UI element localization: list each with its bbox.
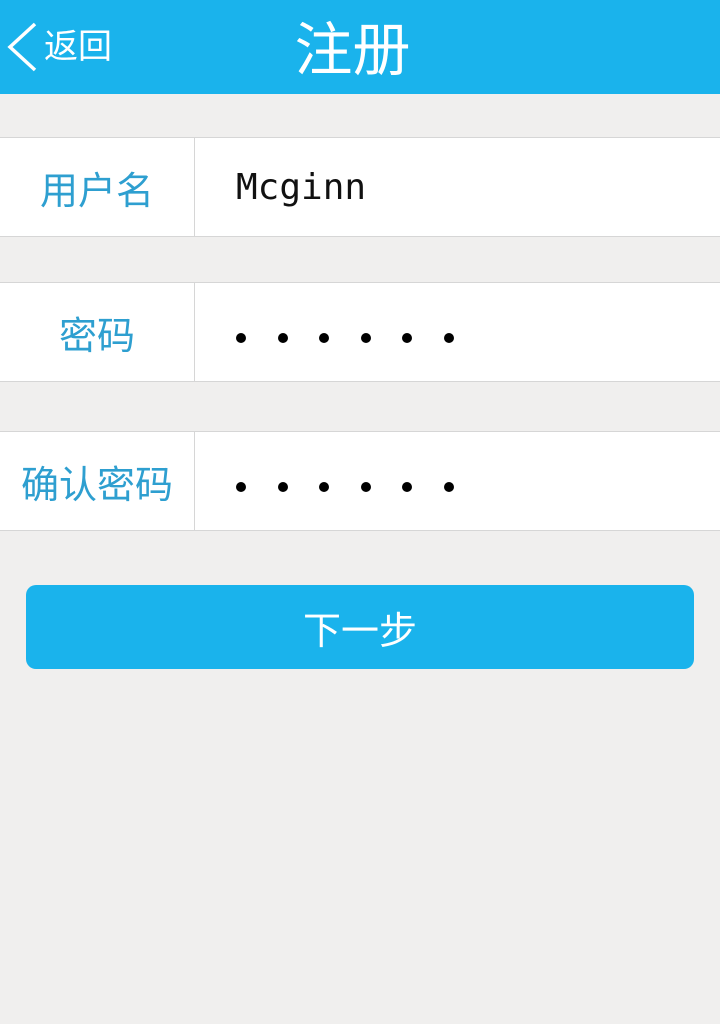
confirm-password-label: 确认密码 [20, 462, 173, 507]
mask-dot [319, 333, 329, 343]
password-input[interactable] [236, 283, 485, 381]
username-label: 用户名 [39, 168, 154, 213]
username-input[interactable]: Mcginn [236, 138, 366, 236]
mask-dot [277, 482, 288, 492]
nav-bar: 返回 注册 [0, 0, 720, 94]
next-step-button[interactable]: 下一步 [26, 585, 694, 669]
username-row: 用户名 Mcginn [0, 137, 720, 237]
confirm-password-input[interactable] [236, 432, 485, 530]
mask-dot [236, 482, 246, 492]
mask-dot [319, 482, 329, 492]
mask-dot [443, 482, 454, 492]
mask-dot [402, 482, 412, 492]
password-row: 密码 [0, 282, 720, 382]
confirm-password-row: 确认密码 [0, 431, 720, 531]
row-divider [194, 432, 195, 530]
password-label: 密码 [58, 313, 135, 358]
mask-dot [277, 333, 288, 343]
mask-dot [236, 333, 246, 343]
row-divider [194, 283, 195, 381]
mask-dot [360, 482, 371, 492]
mask-dot [360, 333, 371, 343]
page-title: 注册 [294, 16, 411, 84]
mask-dot [443, 333, 454, 343]
mask-dot [402, 333, 412, 343]
row-divider [194, 138, 195, 236]
